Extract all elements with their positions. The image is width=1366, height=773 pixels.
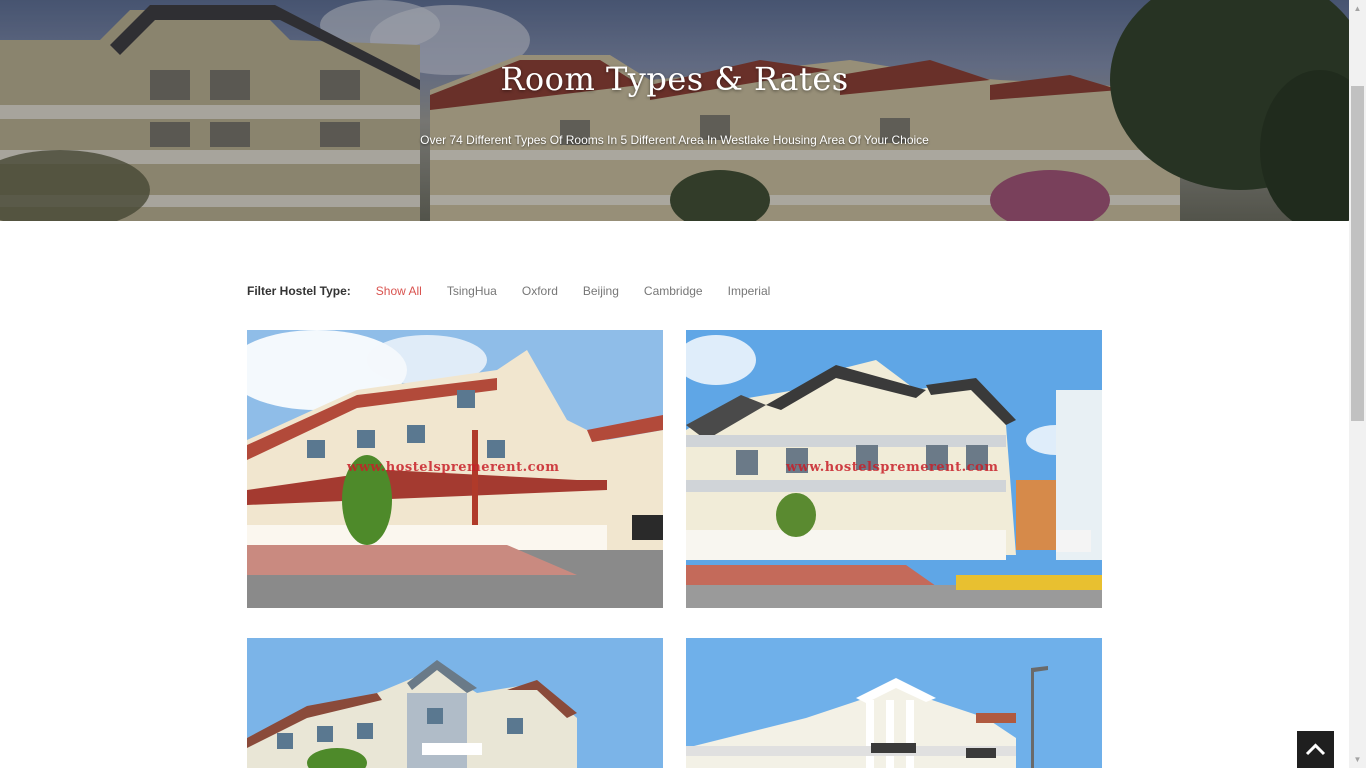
filter-tsinghua[interactable]: TsingHua	[447, 284, 497, 298]
filter-label: Filter Hostel Type:	[247, 284, 351, 298]
filter-imperial[interactable]: Imperial	[728, 284, 771, 298]
scroll-up-arrow-icon[interactable]: ▲	[1349, 0, 1366, 17]
gallery-item[interactable]	[247, 638, 663, 768]
hero-subtitle: Over 74 Different Types Of Rooms In 5 Di…	[420, 133, 929, 147]
filter-oxford[interactable]: Oxford	[522, 284, 558, 298]
hero-banner: Room Types & Rates Over 74 Different Typ…	[0, 0, 1349, 221]
scrollbar-thumb[interactable]	[1351, 86, 1364, 421]
gallery-item[interactable]	[686, 638, 1102, 768]
house-photo	[686, 638, 1102, 768]
house-photo	[247, 638, 663, 768]
scroll-down-arrow-icon[interactable]: ▼	[1349, 751, 1366, 768]
hostel-type-filter: Filter Hostel Type: Show All TsingHua Ox…	[247, 282, 795, 300]
hero-overlay	[0, 0, 1349, 221]
page-title: Room Types & Rates	[500, 60, 849, 98]
back-to-top-button[interactable]	[1297, 731, 1334, 768]
chevron-up-icon	[1305, 743, 1326, 756]
filter-show-all[interactable]: Show All	[376, 284, 422, 298]
photo-watermark: www.hostelspremerent.com	[786, 460, 999, 475]
gallery-item[interactable]: www.hostelspremerent.com	[686, 330, 1102, 608]
filter-cambridge[interactable]: Cambridge	[644, 284, 703, 298]
vertical-scrollbar[interactable]: ▲ ▼	[1349, 0, 1366, 768]
filter-beijing[interactable]: Beijing	[583, 284, 619, 298]
gallery-item[interactable]: www.hostelspremerent.com	[247, 330, 663, 608]
photo-watermark: www.hostelspremerent.com	[347, 460, 560, 475]
